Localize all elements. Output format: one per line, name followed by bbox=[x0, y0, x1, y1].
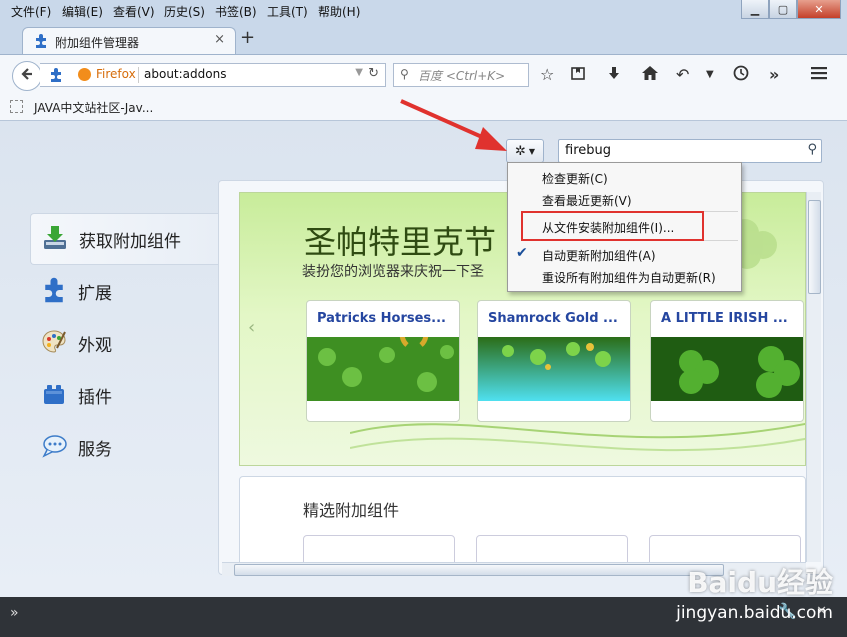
maximize-button[interactable]: ▢ bbox=[769, 0, 797, 19]
menu-item-view-recent-updates[interactable]: 查看最近更新(V) bbox=[542, 192, 632, 209]
checkmark-icon: ✔ bbox=[516, 245, 528, 261]
vertical-scroll-thumb[interactable] bbox=[808, 200, 821, 294]
search-icon[interactable]: ⚲ bbox=[807, 142, 817, 157]
url-dropdown-icon[interactable]: ▼ bbox=[355, 67, 363, 78]
bookmark-item[interactable]: JAVA中文站社区-Jav... bbox=[34, 99, 153, 116]
firefox-icon bbox=[78, 68, 91, 81]
back-button[interactable] bbox=[12, 61, 42, 91]
menu-file[interactable]: 文件(F) bbox=[11, 3, 51, 20]
menu-view[interactable]: 查看(V) bbox=[113, 3, 155, 20]
bookmarks-list-icon[interactable] bbox=[570, 65, 586, 85]
tab-strip: 附加组件管理器 × bbox=[0, 22, 847, 55]
sidebar-item-label: 服务 bbox=[78, 440, 112, 460]
new-tab-button[interactable]: + bbox=[240, 27, 255, 48]
sidebar-item-label: 获取附加组件 bbox=[79, 232, 181, 252]
tab-title: 附加组件管理器 bbox=[55, 36, 140, 50]
web-search-input[interactable]: ⚲ 百度 <Ctrl+K> bbox=[393, 63, 529, 87]
theme-preview-image bbox=[478, 337, 630, 401]
addon-search-input[interactable]: firebug ⚲ bbox=[558, 139, 822, 163]
menu-help[interactable]: 帮助(H) bbox=[318, 3, 360, 20]
search-placeholder: 百度 <Ctrl+K> bbox=[418, 69, 506, 83]
menu-history[interactable]: 历史(S) bbox=[164, 3, 205, 20]
menu-item-auto-update[interactable]: 自动更新附加组件(A) bbox=[542, 247, 656, 264]
menu-edit[interactable]: 编辑(E) bbox=[62, 3, 103, 20]
developer-toolbar: » 🔧 ✕ Baidu经验 jingyan.baidu.com bbox=[0, 566, 847, 637]
tools-dropdown-menu: 检查更新(C) 查看最近更新(V) 从文件安装附加组件(I)... ✔ 自动更新… bbox=[507, 162, 742, 292]
chevron-right-icon[interactable]: » bbox=[10, 605, 19, 621]
home-icon[interactable] bbox=[641, 65, 659, 85]
get-addons-icon bbox=[41, 224, 69, 252]
reload-icon[interactable]: ↻ bbox=[368, 66, 379, 81]
watermark-url: jingyan.baidu.com bbox=[676, 603, 833, 623]
theme-name: A LITTLE IRISH ... bbox=[661, 311, 788, 326]
url-bar[interactable]: Firefox about:addons ▼ ↻ bbox=[40, 63, 386, 87]
back-arrow-icon bbox=[19, 66, 35, 86]
theme-card[interactable]: A LITTLE IRISH ... bbox=[650, 300, 804, 422]
theme-name: Shamrock Gold ... bbox=[488, 311, 618, 326]
hamburger-menu-icon[interactable] bbox=[810, 65, 828, 85]
tab-addons-manager[interactable]: 附加组件管理器 × bbox=[22, 27, 236, 55]
theme-name: Patricks Horses... bbox=[317, 311, 446, 326]
bookmark-star-icon[interactable]: ☆ bbox=[540, 65, 554, 84]
lego-icon bbox=[40, 380, 68, 408]
theme-preview-image bbox=[307, 337, 459, 401]
close-window-button[interactable]: ✕ bbox=[797, 0, 841, 19]
theme-card[interactable]: Patricks Horses... bbox=[306, 300, 460, 422]
watermark-brand: Baidu经验 bbox=[687, 566, 833, 599]
sidebar-item-appearance[interactable]: 外观 bbox=[30, 318, 218, 368]
addon-search-value: firebug bbox=[565, 143, 611, 158]
gear-icon: ✲ bbox=[514, 143, 526, 159]
featured-title: 精选附加组件 bbox=[303, 501, 400, 520]
search-icon: ⚲ bbox=[400, 67, 409, 81]
vertical-scrollbar[interactable] bbox=[806, 192, 821, 562]
sidebar-item-services[interactable]: 服务 bbox=[30, 422, 218, 472]
menu-tools[interactable]: 工具(T) bbox=[267, 3, 308, 20]
chevron-down-icon: ▼ bbox=[528, 146, 536, 156]
palette-icon bbox=[40, 328, 68, 356]
history-clock-icon[interactable] bbox=[733, 65, 749, 85]
tab-close-icon[interactable]: × bbox=[214, 32, 225, 47]
puzzle-icon bbox=[48, 67, 64, 86]
carousel-prev-icon[interactable]: ‹ bbox=[248, 317, 255, 338]
chevron-down-icon[interactable]: ▼ bbox=[706, 69, 714, 80]
url-text[interactable]: about:addons bbox=[144, 67, 226, 81]
nav-bar: Firefox about:addons ▼ ↻ ⚲ 百度 <Ctrl+K> ☆… bbox=[0, 54, 847, 95]
menu-item-check-updates[interactable]: 检查更新(C) bbox=[542, 170, 608, 187]
menu-bar: 文件(F) 编辑(E) 查看(V) 历史(S) 书签(B) 工具(T) 帮助(H… bbox=[0, 0, 847, 23]
sidebar-item-label: 插件 bbox=[78, 388, 112, 408]
annotation-highlight-box bbox=[521, 211, 704, 241]
sidebar-item-label: 扩展 bbox=[78, 284, 112, 304]
window-controls: ▁ ▢ ✕ bbox=[741, 0, 841, 19]
sidebar-item-plugins[interactable]: 插件 bbox=[30, 370, 218, 420]
puzzle-icon bbox=[40, 276, 68, 304]
horizontal-scroll-thumb[interactable] bbox=[234, 564, 724, 576]
page-icon bbox=[10, 100, 23, 113]
theme-preview-image bbox=[651, 337, 803, 401]
promo-subtitle: 装扮您的浏览器来庆祝一下圣 bbox=[302, 264, 484, 280]
overflow-chevron-icon[interactable]: » bbox=[769, 65, 779, 84]
sidebar-item-get-addons[interactable]: 获取附加组件 bbox=[30, 213, 219, 265]
minimize-button[interactable]: ▁ bbox=[741, 0, 769, 19]
sidebar-item-extensions[interactable]: 扩展 bbox=[30, 266, 218, 316]
identity-label[interactable]: Firefox bbox=[96, 67, 136, 81]
speech-bubble-icon bbox=[40, 432, 68, 460]
theme-card[interactable]: Shamrock Gold ... bbox=[477, 300, 631, 422]
annotation-arrow bbox=[400, 99, 507, 151]
menu-item-reset-auto-update[interactable]: 重设所有附加组件为自动更新(R) bbox=[542, 269, 716, 286]
undo-icon[interactable]: ↶ bbox=[676, 65, 689, 84]
puzzle-icon bbox=[33, 33, 49, 52]
sidebar-item-label: 外观 bbox=[78, 336, 112, 356]
url-separator bbox=[138, 67, 139, 83]
menu-bookmarks[interactable]: 书签(B) bbox=[215, 3, 257, 20]
promo-title: 圣帕特里克节 bbox=[304, 223, 497, 261]
download-icon[interactable] bbox=[606, 65, 622, 85]
